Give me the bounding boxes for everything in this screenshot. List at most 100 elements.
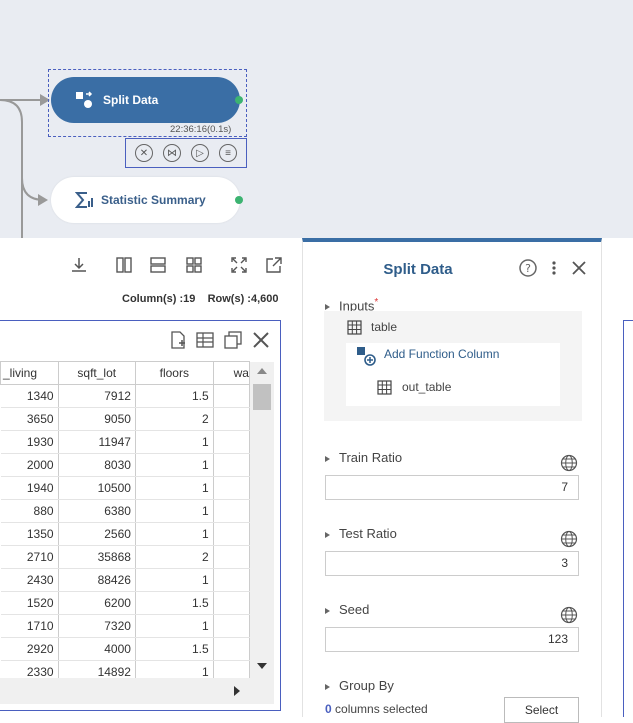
- table-cell[interactable]: 1: [135, 568, 214, 592]
- table-view-icon[interactable]: [196, 331, 214, 349]
- table-cell[interactable]: 6200: [58, 591, 136, 615]
- column-header[interactable]: floors: [134, 361, 214, 385]
- table-cell[interactable]: 2920: [0, 637, 59, 661]
- table-cell[interactable]: 880: [0, 499, 59, 523]
- train-ratio-header[interactable]: Train Ratio: [325, 450, 402, 465]
- horizontal-scrollbar[interactable]: [0, 678, 274, 704]
- column-header[interactable]: wa: [212, 361, 251, 385]
- test-ratio-header[interactable]: Test Ratio: [325, 526, 397, 541]
- copy-icon[interactable]: [224, 331, 242, 349]
- table-cell[interactable]: 2430: [0, 568, 59, 592]
- table-cell[interactable]: 1340: [0, 384, 59, 408]
- table-cell[interactable]: 1: [135, 476, 214, 500]
- table-cell[interactable]: 1: [135, 499, 214, 523]
- close-panel-icon[interactable]: [571, 260, 587, 276]
- grid-layout-icon[interactable]: [185, 256, 203, 274]
- scroll-down-icon[interactable]: [257, 662, 267, 670]
- table-cell[interactable]: 2560: [58, 522, 136, 546]
- document-icon[interactable]: ≡: [219, 144, 237, 162]
- split-horizontal-icon[interactable]: [149, 256, 167, 274]
- branch-icon[interactable]: ⋈: [163, 144, 181, 162]
- table-cell[interactable]: [213, 637, 251, 661]
- globe-icon[interactable]: [560, 530, 578, 548]
- output-table-name[interactable]: out_table: [402, 380, 451, 394]
- close-icon[interactable]: ✕: [135, 144, 153, 162]
- help-icon[interactable]: ?: [518, 258, 538, 278]
- scroll-thumb[interactable]: [253, 384, 271, 410]
- scroll-up-icon[interactable]: [257, 367, 267, 375]
- table-cell[interactable]: [213, 614, 251, 638]
- train-ratio-input[interactable]: 7: [325, 475, 579, 500]
- table-cell[interactable]: 10500: [58, 476, 136, 500]
- input-table-name[interactable]: table: [371, 320, 397, 334]
- table-cell[interactable]: [213, 430, 251, 454]
- table-row[interactable]: 1350 2560 1: [0, 522, 251, 546]
- table-cell[interactable]: [213, 591, 251, 615]
- globe-icon[interactable]: [560, 606, 578, 624]
- table-row[interactable]: 1940 10500 1: [0, 476, 251, 500]
- table-cell[interactable]: 9050: [58, 407, 136, 431]
- column-header[interactable]: _living: [0, 361, 59, 385]
- table-cell[interactable]: 1: [135, 614, 214, 638]
- add-function-column-link[interactable]: Add Function Column: [384, 347, 499, 361]
- add-file-icon[interactable]: [169, 331, 187, 349]
- table-cell[interactable]: 1.5: [135, 637, 214, 661]
- table-row[interactable]: 2710 35868 2: [0, 545, 251, 569]
- column-header[interactable]: sqft_lot: [57, 361, 136, 385]
- table-cell[interactable]: 1.5: [135, 384, 214, 408]
- play-icon[interactable]: ▷: [191, 144, 209, 162]
- globe-icon[interactable]: [560, 454, 578, 472]
- table-row[interactable]: 2000 8030 1: [0, 453, 251, 477]
- fullscreen-icon[interactable]: [230, 256, 248, 274]
- table-cell[interactable]: 1710: [0, 614, 59, 638]
- table-cell[interactable]: 1940: [0, 476, 59, 500]
- table-cell[interactable]: 1520: [0, 591, 59, 615]
- table-cell[interactable]: [213, 384, 251, 408]
- table-cell[interactable]: 2000: [0, 453, 59, 477]
- table-row[interactable]: 1340 7912 1.5: [0, 384, 251, 408]
- table-cell[interactable]: 2: [135, 407, 214, 431]
- table-cell[interactable]: 35868: [58, 545, 136, 569]
- table-cell[interactable]: [213, 453, 251, 477]
- table-row[interactable]: 880 6380 1: [0, 499, 251, 523]
- table-cell[interactable]: [213, 522, 251, 546]
- table-cell[interactable]: 6380: [58, 499, 136, 523]
- close-table-icon[interactable]: [252, 331, 270, 349]
- seed-header[interactable]: Seed: [325, 602, 369, 617]
- table-cell[interactable]: 1.5: [135, 591, 214, 615]
- more-options-icon[interactable]: [551, 260, 557, 276]
- table-cell[interactable]: 1350: [0, 522, 59, 546]
- table-cell[interactable]: [213, 545, 251, 569]
- table-cell[interactable]: 1930: [0, 430, 59, 454]
- select-columns-button[interactable]: Select: [504, 697, 579, 723]
- stat-node-output-port[interactable]: [235, 196, 243, 204]
- table-row[interactable]: 2430 88426 1: [0, 568, 251, 592]
- statistic-summary-node[interactable]: Statistic Summary: [51, 177, 240, 223]
- table-cell[interactable]: 7320: [58, 614, 136, 638]
- seed-input[interactable]: 123: [325, 627, 579, 652]
- vertical-scrollbar[interactable]: [250, 362, 274, 678]
- open-external-icon[interactable]: [265, 256, 283, 274]
- table-cell[interactable]: 3650: [0, 407, 59, 431]
- table-cell[interactable]: 1: [135, 522, 214, 546]
- test-ratio-input[interactable]: 3: [325, 551, 579, 576]
- workflow-canvas[interactable]: Split Data 22:36:16(0.1s) ✕ ⋈ ▷ ≡ Statis…: [0, 0, 633, 238]
- download-icon[interactable]: [70, 256, 88, 274]
- split-node-output-port[interactable]: [235, 96, 243, 104]
- group-by-header[interactable]: Group By: [325, 678, 394, 693]
- table-row[interactable]: 1710 7320 1: [0, 614, 251, 638]
- table-row[interactable]: 3650 9050 2: [0, 407, 251, 431]
- split-vertical-icon[interactable]: [115, 256, 133, 274]
- table-cell[interactable]: 2710: [0, 545, 59, 569]
- table-cell[interactable]: [213, 407, 251, 431]
- table-cell[interactable]: [213, 568, 251, 592]
- table-cell[interactable]: 2: [135, 545, 214, 569]
- table-cell[interactable]: [213, 476, 251, 500]
- table-cell[interactable]: 88426: [58, 568, 136, 592]
- table-cell[interactable]: 4000: [58, 637, 136, 661]
- table-cell[interactable]: 1: [135, 430, 214, 454]
- table-row[interactable]: 1930 11947 1: [0, 430, 251, 454]
- table-row[interactable]: 1520 6200 1.5: [0, 591, 251, 615]
- table-cell[interactable]: 8030: [58, 453, 136, 477]
- table-row[interactable]: 2920 4000 1.5: [0, 637, 251, 661]
